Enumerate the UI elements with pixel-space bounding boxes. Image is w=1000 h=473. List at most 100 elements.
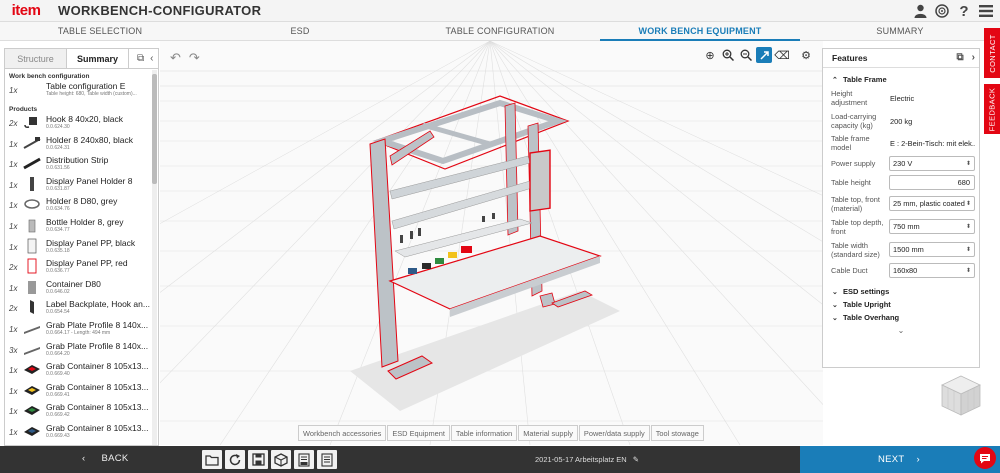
scrollbar[interactable] — [152, 70, 157, 445]
step-work-bench-equipment[interactable]: WORK BENCH EQUIPMENT — [600, 22, 800, 41]
menu-icon[interactable] — [978, 2, 994, 20]
product-row[interactable]: 1x Grab Plate Profile 8 140x... 0.0.664.17… — [5, 320, 152, 341]
product-row[interactable]: 2x Display Panel PP, red 0.0.636.77 — [5, 258, 152, 279]
section-label: Table Upright — [843, 300, 891, 309]
zoom-in-icon[interactable] — [720, 47, 736, 63]
tab-material-supply[interactable]: Material supply — [518, 425, 578, 441]
feature-row: Cable Duct 160x80 ⬍ — [823, 261, 979, 280]
gear-icon[interactable]: ⚙ — [798, 47, 814, 63]
table-config-row[interactable]: 1x Table configuration E Table height: 6… — [5, 81, 152, 103]
select-tool-icon[interactable] — [756, 47, 772, 63]
product-row[interactable]: 1x Grab Container 8 105x13... 0.0.669.43 — [5, 423, 152, 444]
collapsed-section[interactable]: ⌄ Table Upright — [823, 298, 979, 311]
redo-icon[interactable]: ↷ — [189, 50, 200, 66]
plate-thumbnail-icon — [22, 320, 42, 336]
product-qty: 1x — [9, 427, 18, 437]
section-table-frame[interactable]: ⌃ Table Frame — [823, 73, 979, 86]
product-row[interactable]: 1x Container D80 0.0.646.02 — [5, 279, 152, 300]
step-esd[interactable]: ESD — [200, 22, 400, 40]
collapsed-section[interactable]: ⌄ ESD settings — [823, 285, 979, 298]
panel-red-thumbnail-icon — [22, 258, 42, 274]
next-button[interactable]: NEXT › — [800, 446, 1000, 473]
product-sub: Table height: 680, Table width (custom).… — [46, 91, 137, 97]
globe-icon[interactable] — [934, 2, 950, 20]
chat-icon[interactable] — [974, 447, 996, 469]
view-cube[interactable] — [938, 372, 984, 418]
feedback-tab[interactable]: FEEDBACK — [984, 84, 1000, 134]
product-name: Label Backplate, Hook an... — [46, 299, 150, 310]
chevron-down-icon: ⌄ — [832, 301, 838, 309]
tab-workbench-accessories[interactable]: Workbench accessories — [298, 425, 387, 441]
product-row[interactable]: 2x Hook 8 40x20, black 0.0.624.30 — [5, 114, 152, 135]
panel-holder-thumbnail-icon — [22, 176, 42, 192]
product-row[interactable]: 1x Distribution Strip 0.0.631.56 — [5, 155, 152, 176]
left-panel-tabs: Structure Summary ⧉ ‹ — [5, 49, 158, 69]
feature-input[interactable]: 680 — [889, 175, 975, 190]
popout-icon[interactable]: ⧉ — [957, 52, 964, 63]
app-header: item WORKBENCH-CONFIGURATOR ? — [0, 0, 1000, 22]
collapse-left-icon[interactable]: ‹ — [150, 53, 153, 64]
pdf-document-icon[interactable] — [294, 450, 314, 469]
feature-label: Table width (standard size) — [831, 240, 880, 259]
3d-viewport[interactable] — [160, 41, 823, 445]
product-row[interactable]: 1x Grab Container 8 105x13... 0.0.669.42 — [5, 402, 152, 423]
product-row[interactable]: 1x Bottle Holder 8, grey 0.0.634.77 — [5, 217, 152, 238]
product-row[interactable]: 2x Label Backplate, Hook an... 0.0.654.54 — [5, 299, 152, 320]
chevron-down-icon[interactable]: ⌄ — [823, 326, 979, 335]
zoom-out-icon[interactable] — [738, 47, 754, 63]
workbench-3d-model[interactable] — [160, 41, 823, 445]
pencil-icon[interactable]: ✎ — [633, 455, 639, 464]
product-sub: 0.0.664.17 - Length: 494 mm — [46, 329, 111, 336]
undo-icon[interactable]: ↶ — [170, 50, 181, 66]
eraser-icon[interactable]: ⌫ — [774, 47, 790, 63]
feature-select[interactable]: 25 mm, plastic coated ⬍ — [889, 196, 975, 211]
popout-icon[interactable]: ⧉ — [137, 53, 144, 64]
list-document-icon[interactable] — [317, 450, 337, 469]
save-icon[interactable] — [248, 450, 268, 469]
folder-icon[interactable] — [202, 450, 222, 469]
contact-tab[interactable]: CONTACT — [984, 28, 1000, 78]
product-name: Display Panel PP, black — [46, 237, 136, 248]
tab-table-information[interactable]: Table information — [450, 425, 518, 441]
feature-select-value: 230 V — [893, 159, 913, 168]
product-row[interactable]: 1x Display Panel Holder 8 0.0.631.87 — [5, 176, 152, 197]
tab-esd-equipment[interactable]: ESD Equipment — [387, 425, 450, 441]
refresh-icon[interactable] — [225, 450, 245, 469]
product-qty: 2x — [9, 304, 18, 314]
user-icon[interactable] — [912, 2, 928, 20]
feature-select[interactable]: 750 mm ⬍ — [889, 219, 975, 234]
holder-thumbnail-icon — [22, 135, 42, 151]
feature-label: Power supply — [831, 159, 876, 168]
tab-power-data-supply[interactable]: Power/data supply — [578, 425, 650, 441]
product-qty: 1x — [9, 180, 18, 190]
feature-select[interactable]: 160x80 ⬍ — [889, 263, 975, 278]
step-summary[interactable]: SUMMARY — [800, 22, 1000, 40]
tab-structure[interactable]: Structure — [5, 49, 67, 68]
product-row[interactable]: 1x Holder 8 D80, grey 0.0.634.76 — [5, 196, 152, 217]
feature-select[interactable]: 1500 mm ⬍ — [889, 242, 975, 257]
help-icon[interactable]: ? — [956, 2, 972, 20]
product-row[interactable]: 1x Grab Container 8 105x13... 0.0.669.41 — [5, 382, 152, 403]
product-row[interactable]: 1x Display Panel PP, black 0.0.635.18 — [5, 238, 152, 259]
product-qty: 1x — [9, 86, 18, 95]
back-button[interactable]: ‹ BACK — [82, 453, 129, 464]
feature-row: Table frame model E : 2-Bein-Tisch: mit e… — [823, 132, 979, 154]
step-table-configuration[interactable]: TABLE CONFIGURATION — [400, 22, 600, 40]
step-table-selection[interactable]: TABLE SELECTION — [0, 22, 200, 40]
product-qty: 1x — [9, 160, 18, 170]
product-name: Hook 8 40x20, black — [46, 114, 124, 124]
scrollbar-thumb[interactable] — [152, 74, 157, 184]
product-name: Grab Container 8 105x13... — [46, 381, 149, 392]
tab-summary[interactable]: Summary — [67, 49, 129, 68]
product-sub: 0.0.624.30 — [46, 124, 70, 130]
tab-tool-stowage[interactable]: Tool stowage — [650, 425, 704, 441]
product-row[interactable]: 3x Grab Plate Profile 8 140x... 0.0.664.20 — [5, 341, 152, 362]
product-row[interactable]: 1x Holder 8 240x80, black 0.0.624.31 — [5, 135, 152, 156]
item-logo[interactable]: item — [0, 0, 52, 22]
cube-icon[interactable] — [271, 450, 291, 469]
feature-select[interactable]: 230 V ⬍ — [889, 156, 975, 171]
collapsed-section[interactable]: ⌄ Table Overhang — [823, 311, 979, 324]
product-row[interactable]: 1x Grab Container 8 105x13... 0.0.669.40 — [5, 361, 152, 382]
collapse-right-icon[interactable]: › — [972, 52, 975, 63]
center-view-icon[interactable]: ⊕ — [702, 47, 718, 63]
